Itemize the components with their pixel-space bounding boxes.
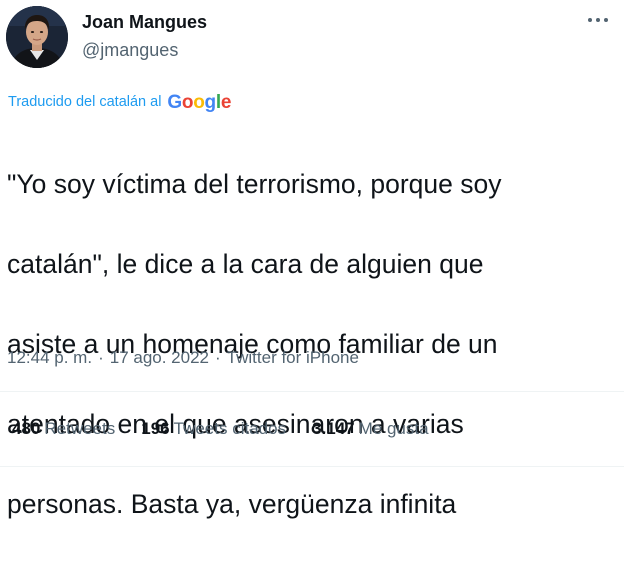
likes-count: 3.147 <box>312 419 355 438</box>
more-options-icon[interactable] <box>584 10 612 30</box>
author-names: Joan Mangues @jmangues <box>82 10 207 62</box>
google-logo: Google <box>167 92 232 113</box>
avatar-image <box>6 6 68 68</box>
author-handle[interactable]: @jmangues <box>82 38 207 62</box>
tweet-text-line: personas. Basta ya, vergüenza infinita <box>7 489 457 519</box>
retweets-count: 480 <box>12 419 41 438</box>
tweet-header: Joan Mangues @jmangues <box>6 6 618 68</box>
tweet-time[interactable]: 12:44 p. m. <box>7 348 92 368</box>
retweets-label: Retweets <box>44 419 116 438</box>
tweet-date[interactable]: 17 ago. 2022 <box>110 348 209 368</box>
translation-label: Traducido del catalán al <box>8 94 162 110</box>
meta-separator: · <box>215 348 221 367</box>
tweet-meta: 12:44 p. m. · 17 ago. 2022 · Twitter for… <box>7 348 359 368</box>
translation-notice[interactable]: Traducido del catalán al Google <box>8 92 232 113</box>
author-display-name[interactable]: Joan Mangues <box>82 10 207 34</box>
quotes-count: 196 <box>141 419 170 438</box>
retweets-stat[interactable]: 480 Retweets <box>12 419 115 439</box>
quotes-label: Tweets citados <box>173 419 287 438</box>
tweet-source[interactable]: Twitter for iPhone <box>227 348 359 368</box>
tweet-stats: 480 Retweets 196 Tweets citados 3.147 Me gu… <box>12 419 455 439</box>
meta-separator: · <box>98 348 104 367</box>
tweet-text: "Yo soy víctima del terrorismo, porque s… <box>7 124 613 564</box>
divider <box>0 466 624 467</box>
avatar[interactable] <box>6 6 68 68</box>
likes-stat[interactable]: 3.147 Me gusta <box>312 419 428 439</box>
more-options-dots <box>588 18 608 22</box>
quotes-stat[interactable]: 196 Tweets citados <box>141 419 286 439</box>
likes-label: Me gusta <box>358 419 429 438</box>
tweet: Joan Mangues @jmangues Traducido del cat… <box>0 0 624 519</box>
tweet-text-line: "Yo soy víctima del terrorismo, porque s… <box>7 169 502 199</box>
divider <box>0 391 624 392</box>
tweet-text-line: catalán", le dice a la cara de alguien q… <box>7 249 484 279</box>
